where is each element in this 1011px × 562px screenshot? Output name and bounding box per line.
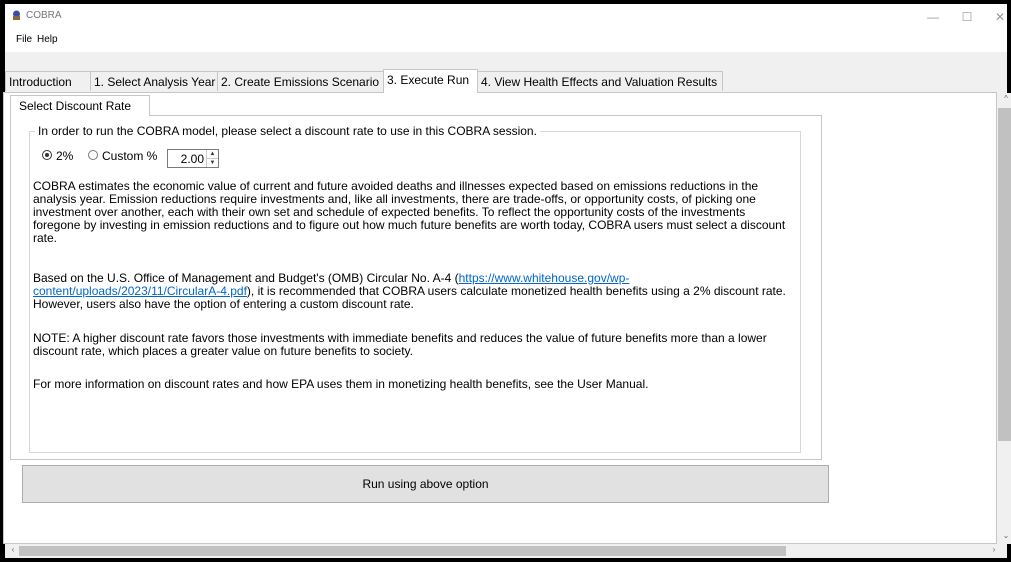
- paragraph-note: NOTE: A higher discount rate favors thos…: [33, 331, 767, 358]
- paragraph-more-info: For more information on discount rates a…: [33, 377, 649, 391]
- paragraph-economic-value: COBRA estimates the economic value of cu…: [33, 179, 786, 245]
- tab-select-discount-rate[interactable]: Select Discount Rate: [10, 95, 150, 116]
- main-tabs: Introduction 1. Select Analysis Year 2. …: [0, 69, 1011, 93]
- tab-select-analysis-year[interactable]: 1. Select Analysis Year: [90, 71, 218, 91]
- radio-2-percent-label[interactable]: 2%: [56, 149, 73, 163]
- vertical-scroll-thumb[interactable]: [998, 108, 1011, 441]
- maximize-icon[interactable]: ☐: [957, 8, 977, 26]
- menu-bar: File Help: [5, 30, 1007, 52]
- tab-view-health-effects[interactable]: 4. View Health Effects and Valuation Res…: [477, 71, 723, 91]
- custom-rate-input[interactable]: [168, 150, 206, 167]
- run-button[interactable]: Run using above option: [22, 465, 829, 503]
- paragraph-omb-text-before: Based on the U.S. Office of Management a…: [33, 271, 459, 285]
- paragraph-omb-circular: Based on the U.S. Office of Management a…: [33, 272, 795, 311]
- menu-file[interactable]: File: [16, 34, 32, 45]
- tab-introduction[interactable]: Introduction: [5, 71, 91, 91]
- scroll-right-icon[interactable]: ›: [988, 545, 1000, 557]
- stepper-up-icon[interactable]: ▲: [207, 150, 218, 159]
- stepper-down-icon[interactable]: ▼: [207, 159, 218, 167]
- window-title: COBRA: [26, 10, 62, 21]
- radio-2-percent[interactable]: [42, 150, 52, 160]
- scroll-up-icon[interactable]: ^: [998, 94, 1011, 108]
- horizontal-scroll-thumb[interactable]: [19, 546, 786, 556]
- cobra-logo-icon: [13, 10, 20, 20]
- scroll-down-icon[interactable]: ⌄: [998, 531, 1011, 545]
- close-icon[interactable]: ✕: [990, 8, 1007, 26]
- radio-custom-label[interactable]: Custom %: [102, 149, 157, 163]
- menu-help[interactable]: Help: [37, 34, 58, 45]
- radio-custom[interactable]: [88, 150, 98, 160]
- groupbox-legend: In order to run the COBRA model, please …: [35, 124, 540, 138]
- custom-rate-stepper[interactable]: ▲ ▼: [167, 149, 219, 168]
- tab-create-emissions-scenario[interactable]: 2. Create Emissions Scenario: [217, 71, 384, 91]
- scroll-left-icon[interactable]: ‹: [7, 545, 19, 557]
- stepper-buttons: ▲ ▼: [206, 150, 218, 167]
- title-bar: COBRA — ☐ ✕: [5, 4, 1007, 30]
- minimize-icon[interactable]: —: [923, 8, 943, 26]
- tab-execute-run[interactable]: 3. Execute Run: [383, 69, 478, 93]
